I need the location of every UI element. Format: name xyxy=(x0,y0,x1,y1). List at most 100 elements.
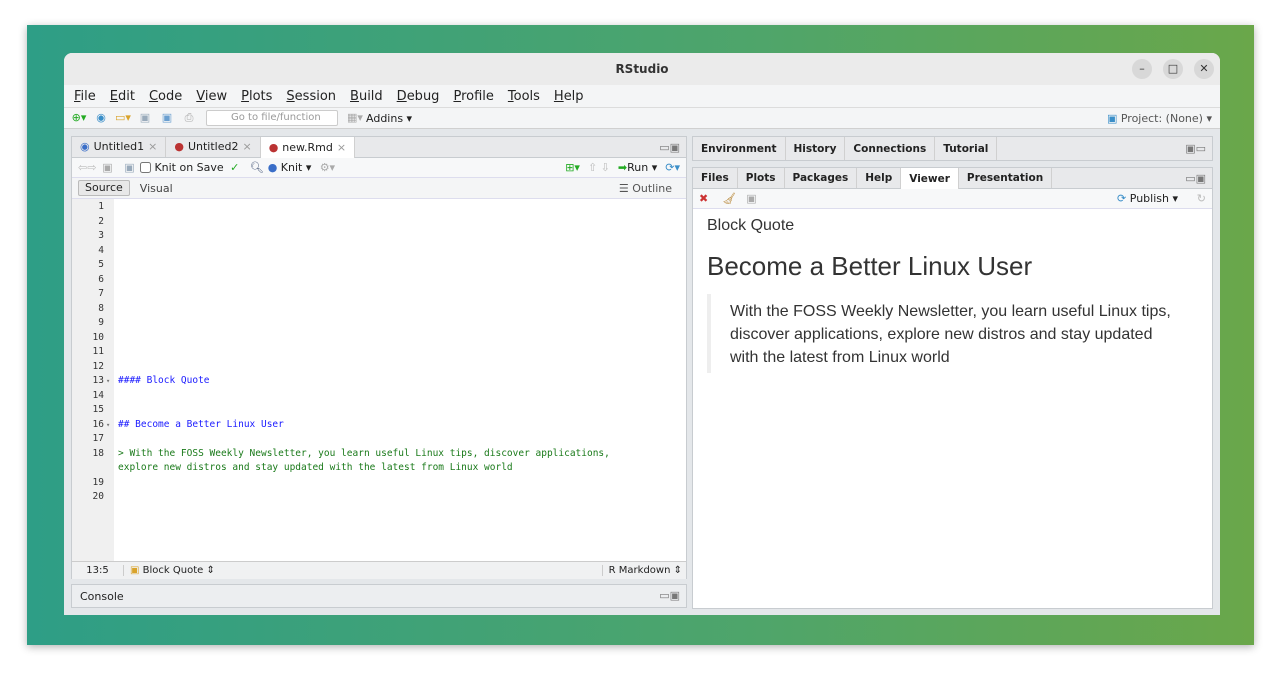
tab-environment[interactable]: Environment xyxy=(693,137,786,160)
filetype-selector[interactable]: R Markdown ⇕ xyxy=(602,565,682,576)
close-tab-icon[interactable]: × xyxy=(148,137,157,157)
menu-help[interactable]: Help xyxy=(554,89,584,104)
line-number: 7 xyxy=(72,287,104,302)
code-editor[interactable]: 12345678910111213▾#### Block Quote141516… xyxy=(72,199,686,561)
find-icon[interactable]: 🔍︎ xyxy=(249,161,265,175)
grid-layout-icon[interactable]: ▦▾ xyxy=(347,111,363,125)
goto-file-input[interactable]: Go to file/function xyxy=(206,110,338,126)
rmd-icon: ● xyxy=(269,138,279,158)
spellcheck-icon[interactable]: ✓ xyxy=(227,161,243,175)
show-in-window-icon[interactable]: ▣ xyxy=(746,192,756,205)
line-number: 17 xyxy=(72,432,104,447)
back-forward-icon[interactable]: ⇦⇨ xyxy=(78,161,96,174)
viewer-content: Block Quote Become a Better Linux User W… xyxy=(693,209,1212,381)
pane-minmax-icon[interactable]: ▣▭ xyxy=(1185,142,1206,155)
fold-icon[interactable]: ▾ xyxy=(106,418,110,433)
source-mode-button[interactable]: Source xyxy=(78,180,130,196)
project-icon: ▣ xyxy=(1107,112,1117,125)
tab-packages[interactable]: Packages xyxy=(785,168,858,188)
publish-icon: ⟳ xyxy=(1117,192,1126,205)
save-icon[interactable]: ▣ xyxy=(137,111,153,125)
line-number: 15 xyxy=(72,403,104,418)
menu-build[interactable]: Build xyxy=(350,89,383,104)
code-line: 12 xyxy=(72,360,686,375)
minimize-button[interactable]: – xyxy=(1132,59,1152,79)
publish-label: Publish xyxy=(1130,192,1169,205)
menu-tools[interactable]: Tools xyxy=(508,89,540,104)
visual-mode-button[interactable]: Visual xyxy=(140,182,173,195)
save-icon[interactable]: ▣ xyxy=(121,161,137,175)
window-title: RStudio xyxy=(615,62,668,76)
insert-chunk-icon[interactable]: ⊞▾ xyxy=(565,161,580,174)
publish-icon[interactable]: ⟳▾ xyxy=(665,161,680,174)
close-tab-icon[interactable]: × xyxy=(337,138,346,158)
environment-pane: EnvironmentHistoryConnectionsTutorial ▣▭ xyxy=(692,136,1213,161)
line-number: 1 xyxy=(72,200,104,215)
source-pane: ◉Untitled1× ●Untitled2× ●new.Rmd× ▭▣ ⇦⇨ … xyxy=(71,136,687,579)
menu-bar: File Edit Code View Plots Session Build Debug Pr… xyxy=(64,85,1220,107)
line-number: 18 xyxy=(72,447,104,462)
code-line: 13▾#### Block Quote xyxy=(72,374,686,389)
project-menu[interactable]: ▣ Project: (None) ▾ xyxy=(1107,112,1212,125)
open-file-icon[interactable]: ▭▾ xyxy=(115,111,131,125)
section-selector[interactable]: ▣ Block Quote ⇕ xyxy=(130,565,215,576)
settings-gear-icon[interactable]: ⚙▾ xyxy=(319,161,335,175)
outline-button[interactable]: ☰ Outline xyxy=(619,182,672,195)
pane-minmax-icon[interactable]: ▭▣ xyxy=(1185,172,1206,185)
knit-on-save-checkbox[interactable]: Knit on Save xyxy=(140,161,223,174)
chunk-nav-icon[interactable]: ⇧ ⇩ xyxy=(588,161,610,174)
line-number: 4 xyxy=(72,244,104,259)
code-line: 15 xyxy=(72,403,686,418)
menu-plots[interactable]: Plots xyxy=(241,89,272,104)
line-text: explore new distros and stay updated wit… xyxy=(118,461,686,476)
tab-files[interactable]: Files xyxy=(693,168,738,188)
code-line: 1 xyxy=(72,200,686,215)
tab-connections[interactable]: Connections xyxy=(845,137,935,160)
tab-presentation[interactable]: Presentation xyxy=(959,168,1052,188)
menu-profile[interactable]: Profile xyxy=(453,89,493,104)
tab-viewer[interactable]: Viewer xyxy=(901,168,959,189)
menu-edit[interactable]: Edit xyxy=(110,89,135,104)
console-pane[interactable]: Console ▭▣ xyxy=(71,584,687,608)
main-toolbar: ⊕▾ ◉ ▭▾ ▣ ▣ ⎙ Go to file/function ▦▾ Add… xyxy=(64,107,1220,129)
tab-history[interactable]: History xyxy=(786,137,846,160)
knit-icon: ● xyxy=(268,161,278,174)
tab-plots[interactable]: Plots xyxy=(738,168,785,188)
knit-button[interactable]: ● Knit ▾ xyxy=(268,161,312,174)
broom-icon[interactable]: 🧹︎ xyxy=(722,192,736,205)
title-bar: RStudio – □ ✕ xyxy=(64,53,1220,85)
menu-debug[interactable]: Debug xyxy=(397,89,440,104)
pane-minmax-icon[interactable]: ▭▣ xyxy=(659,141,680,154)
publish-button[interactable]: ⟳ Publish ▾ xyxy=(1117,192,1178,205)
menu-file[interactable]: File xyxy=(74,89,96,104)
show-in-window-icon[interactable]: ▣ xyxy=(99,161,115,175)
console-label: Console xyxy=(80,590,124,603)
project-label: Project: (None) xyxy=(1121,112,1203,125)
addins-menu[interactable]: Addins ▾ xyxy=(366,112,412,125)
new-project-icon[interactable]: ◉ xyxy=(93,111,109,125)
tab-untitled2[interactable]: ●Untitled2× xyxy=(166,137,260,157)
clear-viewer-icon[interactable]: ✖ xyxy=(699,192,708,205)
maximize-button[interactable]: □ xyxy=(1163,59,1183,79)
save-all-icon[interactable]: ▣ xyxy=(159,111,175,125)
fold-icon[interactable]: ▾ xyxy=(106,374,110,389)
menu-session[interactable]: Session xyxy=(286,89,336,104)
menu-view[interactable]: View xyxy=(196,89,227,104)
pane-minmax-icon[interactable]: ▭▣ xyxy=(659,589,680,602)
tab-tutorial[interactable]: Tutorial xyxy=(935,137,997,160)
line-text: ## Become a Better Linux User xyxy=(118,418,686,433)
editor-tabs: ◉Untitled1× ●Untitled2× ●new.Rmd× ▭▣ xyxy=(72,137,686,158)
close-button[interactable]: ✕ xyxy=(1194,59,1214,79)
tab-new-rmd[interactable]: ●new.Rmd× xyxy=(261,137,355,158)
menu-code[interactable]: Code xyxy=(149,89,182,104)
tab-untitled1[interactable]: ◉Untitled1× xyxy=(72,137,166,157)
new-file-icon[interactable]: ⊕▾ xyxy=(71,111,87,125)
tab-help[interactable]: Help xyxy=(857,168,901,188)
knit-label: Knit xyxy=(281,161,303,174)
print-icon[interactable]: ⎙ xyxy=(181,111,197,125)
code-line: 7 xyxy=(72,287,686,302)
run-button[interactable]: ➡Run ▾ xyxy=(618,161,657,174)
close-tab-icon[interactable]: × xyxy=(242,137,251,157)
editor-status-bar: 13:5 ▣ Block Quote ⇕ R Markdown ⇕ xyxy=(72,561,686,579)
refresh-icon[interactable]: ↻ xyxy=(1197,192,1206,205)
